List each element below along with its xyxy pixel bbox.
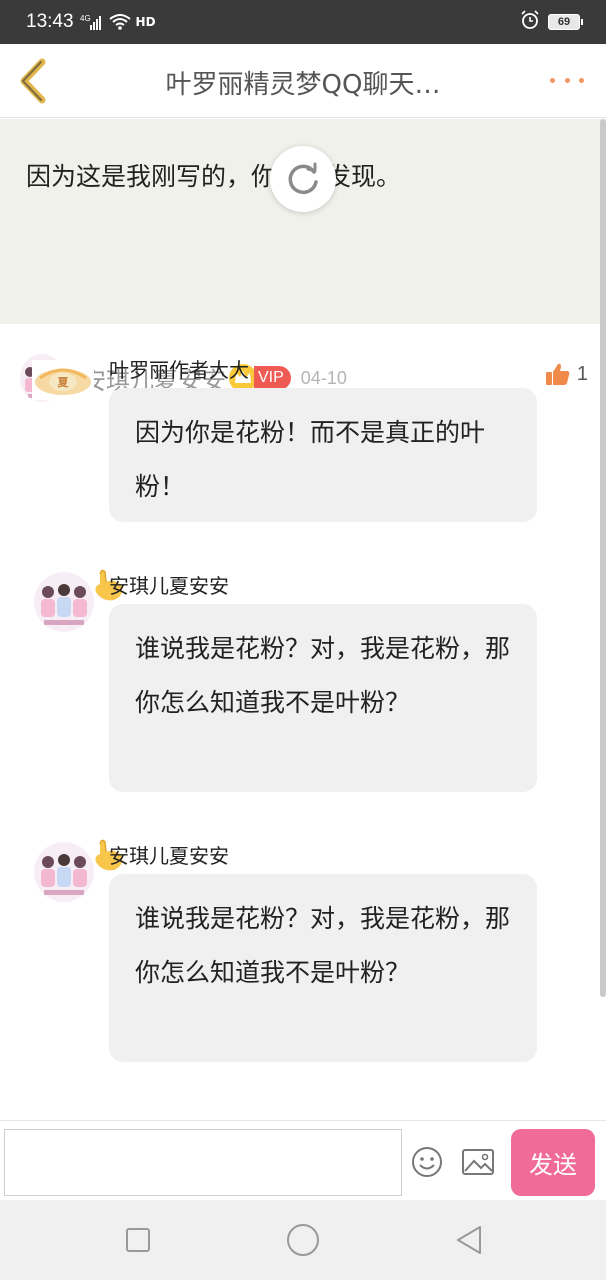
status-left: 13:43 4G HD xyxy=(26,11,156,33)
message-username[interactable]: 安琪儿夏安安 xyxy=(109,840,229,869)
avatar[interactable]: 夏 xyxy=(32,360,94,400)
message-input[interactable] xyxy=(4,1129,402,1196)
avatar[interactable] xyxy=(34,572,94,632)
svg-text:夏: 夏 xyxy=(58,376,70,389)
emoji-button[interactable] xyxy=(410,1145,444,1179)
message-username[interactable]: 安琪儿夏安安 xyxy=(109,570,229,599)
refresh-icon xyxy=(288,162,318,195)
wifi-label: HD xyxy=(135,15,156,29)
scrollbar[interactable] xyxy=(600,119,606,997)
signal-icon: 4G xyxy=(80,13,102,31)
more-dots-icon xyxy=(579,77,584,83)
input-bar: 发送 xyxy=(0,1120,606,1200)
network-label: 4G xyxy=(80,14,91,23)
vip-badge: VIP xyxy=(254,366,291,390)
page-title: 叶罗丽精灵梦QQ聊天… xyxy=(165,70,441,100)
loading-spinner xyxy=(270,146,336,212)
navigation-bar xyxy=(0,1200,606,1280)
message-bubble: 谁说我是花粉？对，我是花粉，那你怎么知道我不是叶粉？ xyxy=(109,874,537,1062)
header: 叶罗丽精灵梦QQ聊天… xyxy=(0,44,606,118)
send-button[interactable]: 发送 xyxy=(511,1129,595,1196)
like-button[interactable]: 1 xyxy=(545,362,588,386)
recent-apps-icon[interactable] xyxy=(126,1228,150,1252)
like-count: 1 xyxy=(576,362,588,385)
message-username[interactable]: 叶罗丽作者大大 xyxy=(109,354,249,383)
avatar[interactable] xyxy=(34,842,94,902)
message-bubble: 谁说我是花粉？对，我是花粉，那你怎么知道我不是叶粉？ xyxy=(109,604,537,792)
post-text: 因为这是我刚写的，你没有发现。 xyxy=(26,162,402,191)
wifi-icon: HD xyxy=(108,12,156,32)
more-dots-icon xyxy=(550,77,555,83)
post-date: 04-10 xyxy=(300,367,347,388)
back-icon[interactable] xyxy=(455,1224,483,1256)
chevron-left-icon xyxy=(20,58,46,104)
battery-indicator: 69 xyxy=(548,14,583,30)
message-bubble: 因为你是花粉！而不是真正的叶粉！ xyxy=(109,388,537,522)
image-button[interactable] xyxy=(461,1147,495,1177)
more-button[interactable] xyxy=(550,70,584,90)
thumbs-up-icon xyxy=(545,363,570,385)
home-icon[interactable] xyxy=(287,1224,319,1256)
status-bar: 13:43 4G HD 69 xyxy=(0,0,606,44)
status-time: 13:43 xyxy=(26,11,74,32)
back-button[interactable] xyxy=(14,58,54,104)
more-dots-icon xyxy=(564,77,570,83)
alarm-icon xyxy=(520,10,540,34)
status-right: 69 xyxy=(520,10,583,34)
emoji-icon xyxy=(412,1147,442,1177)
image-icon xyxy=(462,1149,494,1175)
